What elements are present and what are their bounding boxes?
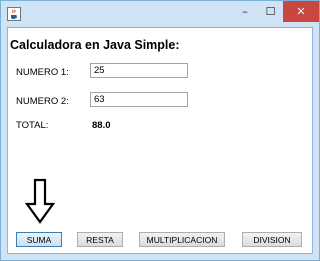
numero1-label: NUMERO 1: [16,67,69,78]
minimize-button[interactable]: – [232,1,258,22]
numero2-field[interactable]: 63 [90,92,188,107]
suma-button[interactable]: SUMA [16,232,62,247]
title-bar[interactable]: – ☐ ✕ [1,1,319,27]
close-button[interactable]: ✕ [283,1,319,22]
down-arrow-icon [25,178,55,224]
numero1-field[interactable]: 25 [90,63,188,78]
java-cup-icon [7,7,21,21]
multiplicacion-button[interactable]: MULTIPLICACION [139,232,225,247]
page-title: Calculadora en Java Simple: [10,38,180,52]
total-label: TOTAL: [16,120,49,131]
division-button[interactable]: DIVISION [242,232,302,247]
total-value: 88.0 [92,120,111,131]
content-panel: Calculadora en Java Simple: NUMERO 1: 25… [7,27,313,254]
app-window: – ☐ ✕ Calculadora en Java Simple: NUMERO… [0,0,320,261]
maximize-button[interactable]: ☐ [258,1,283,22]
resta-button[interactable]: RESTA [77,232,123,247]
numero2-label: NUMERO 2: [16,96,69,107]
